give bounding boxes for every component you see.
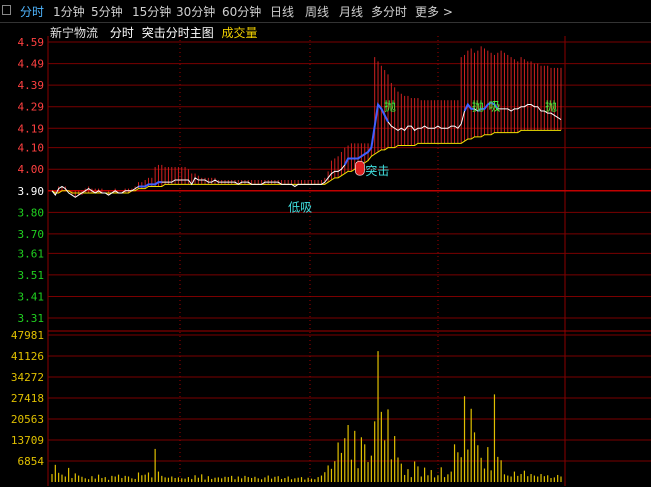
signal-marker [355,160,365,176]
price-tick-label: 3.41 [18,290,45,303]
volume-tick-label: 13709 [11,434,44,447]
signal-label: 吸 [488,100,500,114]
price-tick-label: 4.59 [18,36,45,49]
volume-tick-label: 34272 [11,371,44,384]
price-tick-label: 4.19 [18,122,45,135]
signal-label: 抛 [545,99,557,114]
price-tick-label: 4.10 [18,142,45,155]
price-tick-label: 3.51 [18,269,45,282]
signal-label: 抛 [384,99,396,114]
volume-tick-label: 27418 [11,392,44,405]
intraday-chart[interactable]: 4.59 4.49 4.39 4.29 4.19 4.10 4.00 3.90 3.80 3.70… [0,0,651,487]
signal-label: 低吸 [288,201,312,215]
volume-tick-label: 20563 [11,413,44,426]
signal-label: 突击 [365,163,389,178]
average-price-line [51,129,561,194]
price-tick-label: 3.70 [18,228,45,241]
surge-highlight-segment [343,125,376,166]
signal-label: 抛 [472,99,484,114]
volume-tick-label: 6854 [18,455,45,468]
price-tick-label: 4.49 [18,58,45,71]
price-tick-label: 3.90 [18,185,45,198]
price-tick-label: 4.00 [18,163,45,176]
price-tick-label: 4.29 [18,101,45,114]
price-tick-label: 3.31 [18,312,45,325]
volume-tick-label: 47981 [11,329,44,342]
price-tick-label: 4.39 [18,79,45,92]
volume-tick-label: 41126 [11,350,44,363]
price-tick-label: 3.80 [18,206,45,219]
price-tick-label: 3.61 [18,247,45,260]
